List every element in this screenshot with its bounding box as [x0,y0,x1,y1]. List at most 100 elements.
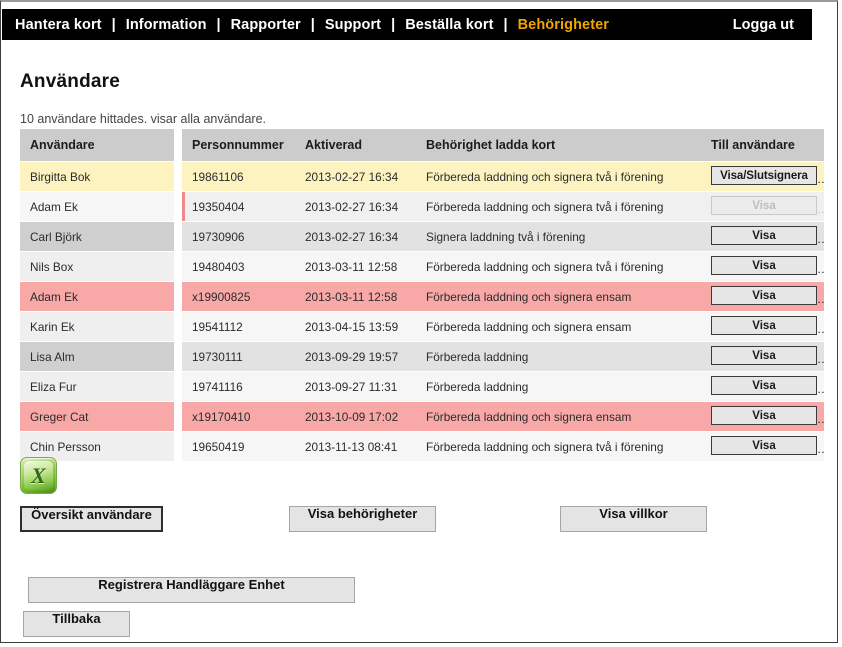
visa-button[interactable]: Visa/Slutsignera [711,165,817,185]
cell-action: Visa [701,191,824,222]
visa-button[interactable]: Visa [711,345,817,365]
cell-gap [174,371,182,402]
users-table: Användare Personnummer Aktiverad Behörig… [20,129,824,462]
cell-activated: 2013-03-11 12:58 [295,251,416,282]
cell-permission: Förbereda laddning och signera två i för… [416,431,701,462]
cell-activated: 2013-09-27 11:31 [295,371,416,402]
cell-permission: Förbereda laddning [416,371,701,402]
nav-item-best-lla-kort[interactable]: Beställa kort [396,17,502,33]
cell-activated: 2013-11-13 08:41 [295,431,416,462]
cell-gap [174,251,182,282]
visa-button[interactable]: Visa [711,405,817,425]
result-status-text: 10 användare hittades. visar alla använd… [20,112,266,126]
column-header-permission: Behörighet ladda kort [416,129,701,162]
cell-personnummer: 19730111 [182,341,295,372]
cell-gap [174,221,182,252]
visa-button[interactable]: Visa [711,255,817,275]
cell-user-name: Birgitta Bok [20,161,174,192]
visa-button[interactable]: Visa [711,225,817,245]
table-row: Eliza Fur 19741116 2013-09-27 11:31 Förbere… [20,371,824,402]
cell-user-name: Greger Cat [20,401,174,432]
visa-button[interactable]: Visa [711,435,817,455]
nav-item-hantera-kort[interactable]: Hantera kort [6,17,111,33]
cell-action: Visa [701,221,824,252]
column-header-activated: Aktiverad [295,129,416,162]
visa-button[interactable]: Visa [711,285,817,305]
excel-icon-outer: X [20,457,57,494]
cell-activated: 2013-02-27 16:34 [295,221,416,252]
column-header-name: Användare [20,129,174,162]
table-row: Nils Box 19480403 2013-03-11 12:58 Förbered… [20,251,824,282]
registrera-handlaggare-enhet-button[interactable]: Registrera Handläggare Enhet [28,577,355,603]
cell-user-name: Carl Björk [20,221,174,252]
visa-behorigheter-button[interactable]: Visa behörigheter [289,506,436,532]
cell-user-name: Eliza Fur [20,371,174,402]
cell-activated: 2013-02-27 16:34 [295,161,416,192]
table-row: Greger Cat x19170410 2013-10-09 17:02 Förbe… [20,401,824,432]
table-row: Adam Ek x19900825 2013-03-11 12:58 Förbered… [20,281,824,312]
visa-villkor-button[interactable]: Visa villkor [560,506,707,532]
cell-activated: 2013-09-29 19:57 [295,341,416,372]
cell-personnummer: x19900825 [182,281,295,312]
cell-personnummer: x19170410 [182,401,295,432]
cell-action: Visa [701,401,824,432]
nav-item-support[interactable]: Support [316,17,390,33]
cell-personnummer: 19730906 [182,221,295,252]
cell-gap [174,401,182,432]
cell-permission: Förbereda laddning och signera ensam [416,281,701,312]
page-title: Användare [20,71,121,92]
excel-export-icon[interactable]: X [20,457,57,494]
nav-item-information[interactable]: Information [117,17,216,33]
main-navigation-bar: Hantera kort | Information | Rapporter | Suppo… [2,9,812,40]
users-table-body: Birgitta Bok 19861106 2013-02-27 16:34 Förb… [20,161,824,462]
cell-activated: 2013-10-09 17:02 [295,401,416,432]
cell-personnummer: 19741116 [182,371,295,402]
cell-permission: Förbereda laddning och signera två i för… [416,191,701,222]
cell-gap [174,341,182,372]
cell-user-name: Karin Ek [20,311,174,342]
visa-button[interactable]: Visa [711,375,817,395]
cell-personnummer: 19861106 [182,161,295,192]
logout-link[interactable]: Logga ut [733,17,794,33]
cell-gap [174,161,182,192]
cell-user-name: Nils Box [20,251,174,282]
nav-item-rapporter[interactable]: Rapporter [222,17,310,33]
cell-user-name: Adam Ek [20,191,174,222]
excel-icon-glyph: X [31,462,46,488]
column-header-action: Till användare [701,129,824,162]
tillbaka-button[interactable]: Tillbaka [23,611,130,637]
column-gap [174,129,182,162]
cell-activated: 2013-03-11 12:58 [295,281,416,312]
nav-item-beh-righeter[interactable]: Behörigheter [509,17,618,33]
visa-button[interactable]: Visa [711,315,817,335]
cell-activated: 2013-04-15 13:59 [295,311,416,342]
table-row: Birgitta Bok 19861106 2013-02-27 16:34 Förb… [20,161,824,192]
table-row: Karin Ek 19541112 2013-04-15 13:59 Förbered… [20,311,824,342]
cell-gap [174,431,182,462]
cell-action: Visa [701,341,824,372]
table-header-row: Användare Personnummer Aktiverad Behörig… [20,129,824,162]
cell-permission: Signera laddning två i förening [416,221,701,252]
cell-activated: 2013-02-27 16:34 [295,191,416,222]
visa-button-disabled: Visa [711,195,817,215]
cell-action: Visa/Slutsignera [701,161,824,192]
cell-permission: Förbereda laddning [416,341,701,372]
cell-user-name: Lisa Alm [20,341,174,372]
cell-personnummer: 19350404 [182,191,295,222]
cell-action: Visa [701,371,824,402]
column-header-personnummer: Personnummer [182,129,295,162]
cell-action: Visa [701,251,824,282]
cell-action: Visa [701,431,824,462]
cell-permission: Förbereda laddning och signera två i för… [416,161,701,192]
table-row: Chin Persson 19650419 2013-11-13 08:41 Förb… [20,431,824,462]
oversikt-anvandare-button[interactable]: Översikt användare [20,506,163,532]
cell-personnummer: 19541112 [182,311,295,342]
cell-gap [174,281,182,312]
table-row: Lisa Alm 19730111 2013-09-29 19:57 Förbered… [20,341,824,372]
cell-personnummer: 19650419 [182,431,295,462]
cell-permission: Förbereda laddning och signera två i för… [416,251,701,282]
table-row: Adam Ek 19350404 2013-02-27 16:34 Förbereda… [20,191,824,222]
cell-action: Visa [701,311,824,342]
application-page: Hantera kort | Information | Rapporter | Suppo… [0,0,838,643]
cell-user-name: Adam Ek [20,281,174,312]
